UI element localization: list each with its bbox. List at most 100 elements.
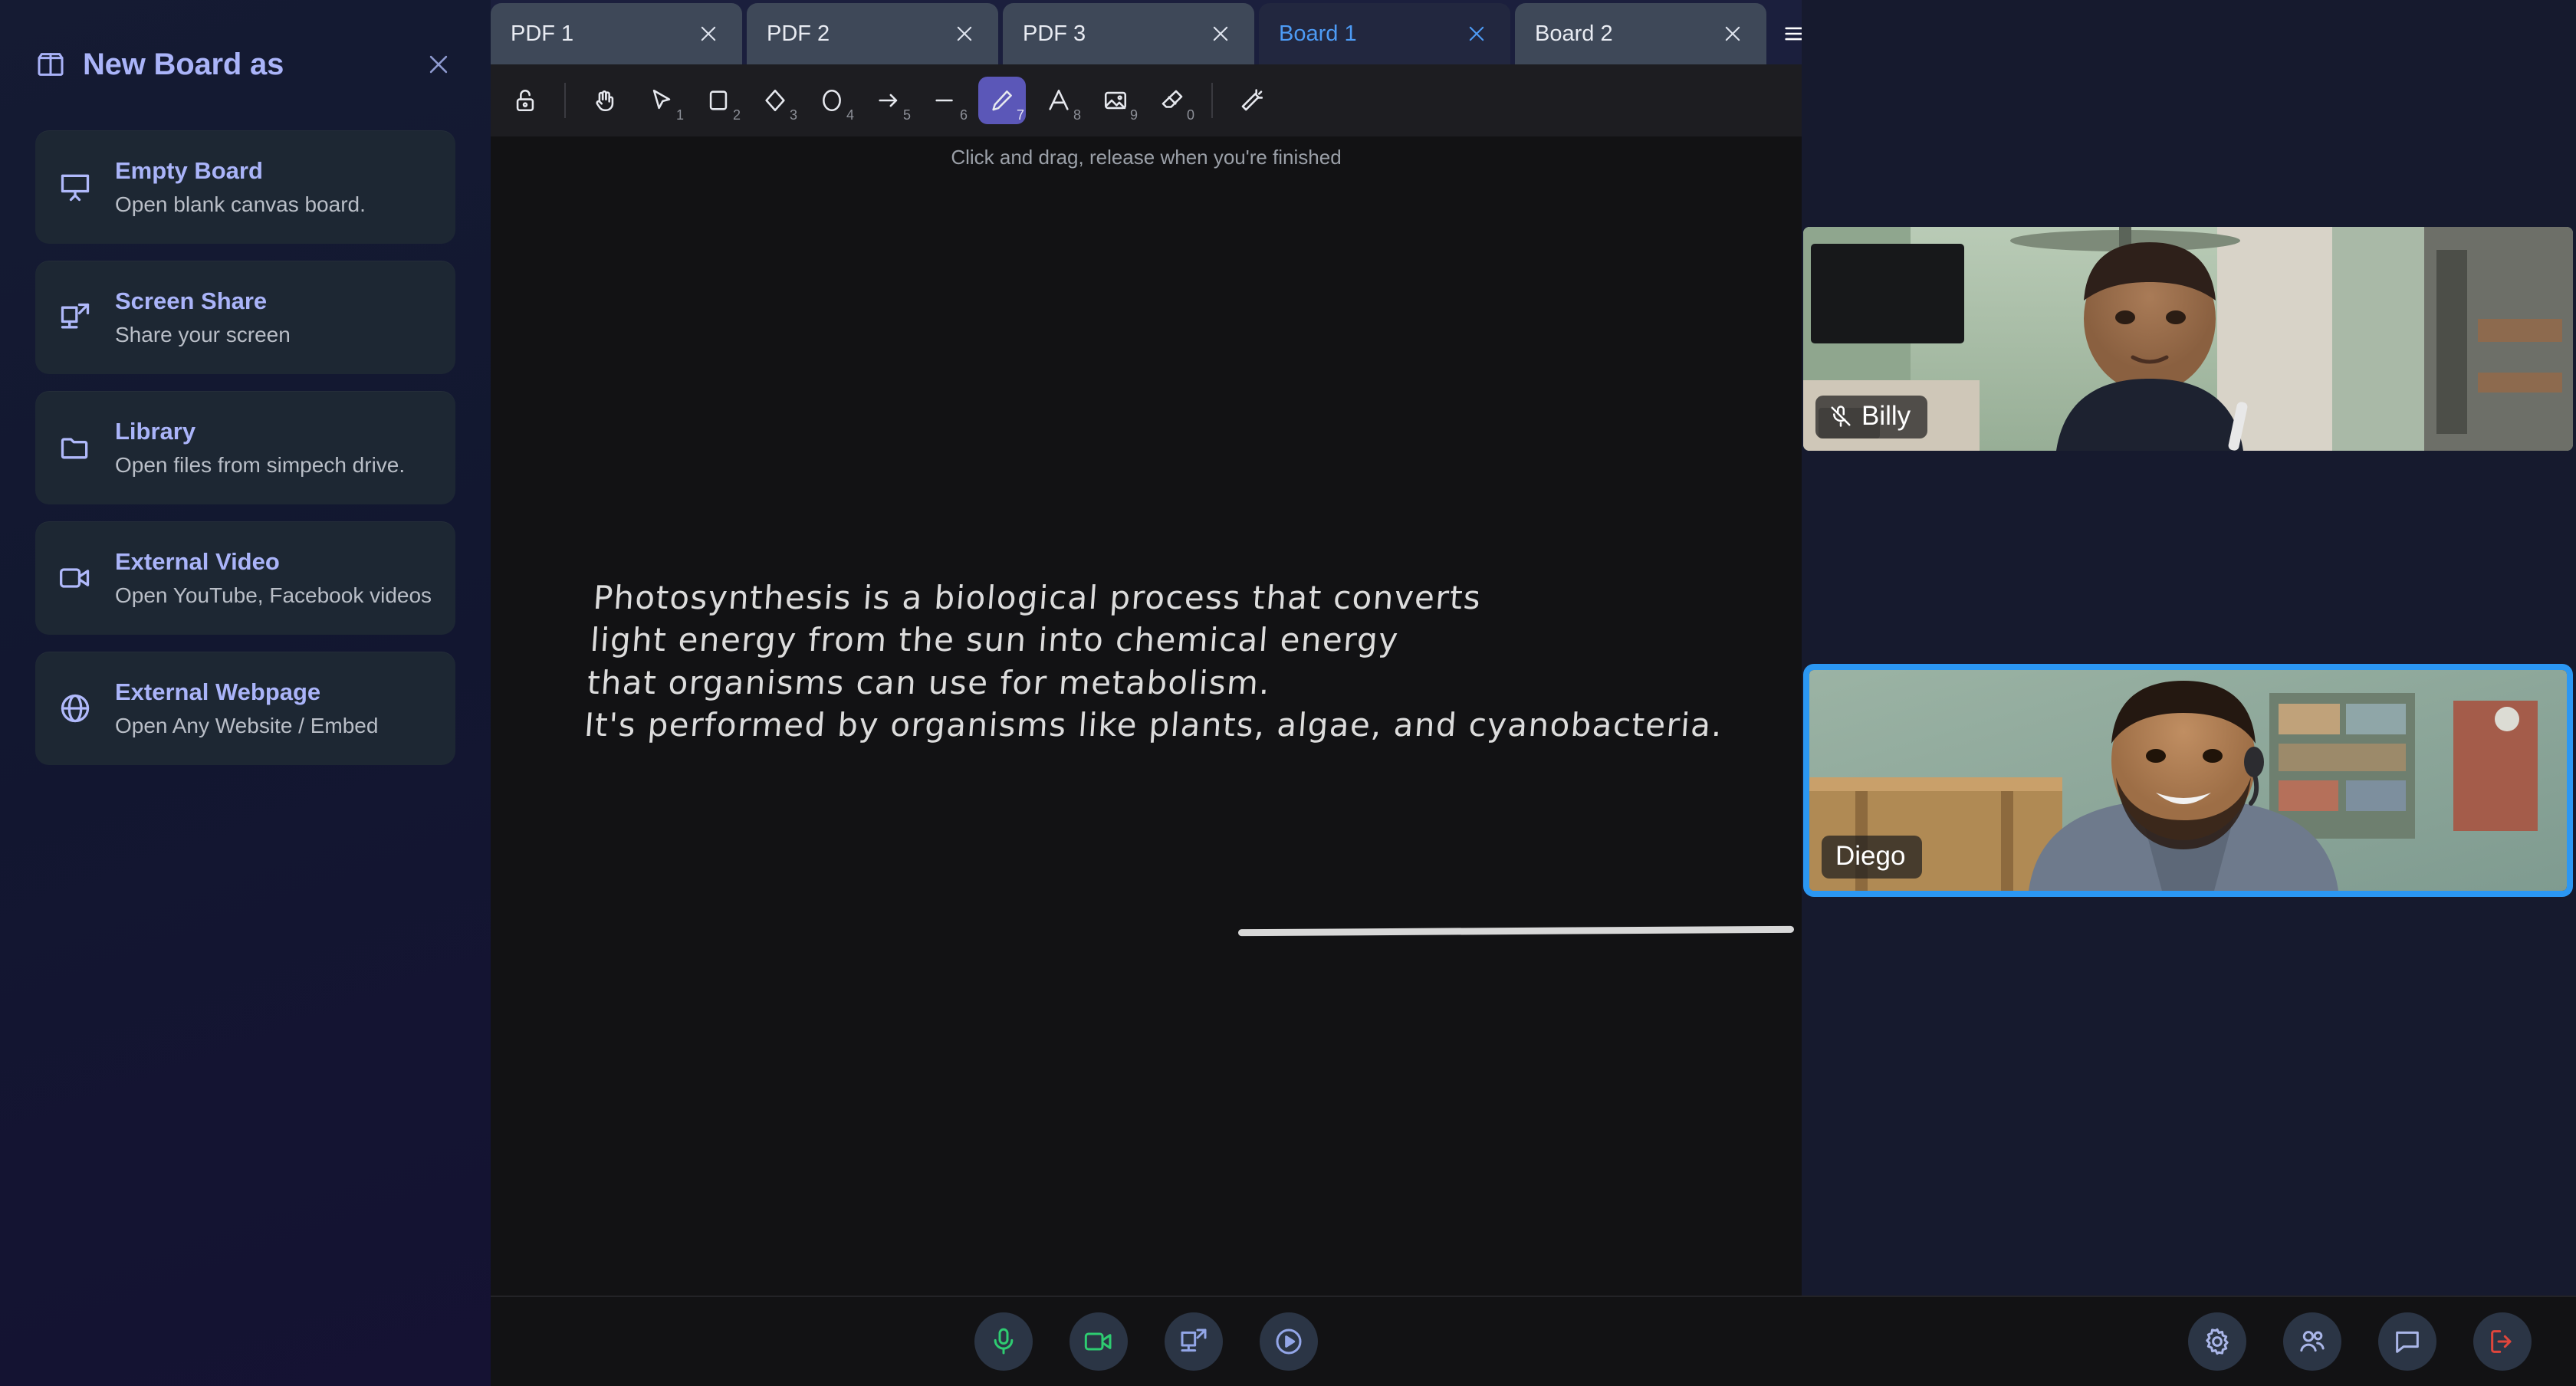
eraser-tool[interactable]: 0 xyxy=(1148,77,1196,124)
participants-button[interactable] xyxy=(2283,1312,2341,1371)
close-icon xyxy=(429,55,448,74)
tab-close-button[interactable] xyxy=(1207,20,1234,48)
image-tool[interactable]: 9 xyxy=(1092,77,1139,124)
arrow-tool[interactable]: 5 xyxy=(865,77,912,124)
eraser-icon xyxy=(1159,87,1185,113)
video-camera-icon xyxy=(1083,1326,1114,1357)
page-title: New Board as xyxy=(83,47,284,81)
select-tool[interactable]: 1 xyxy=(638,77,685,124)
toolbar-divider xyxy=(564,83,566,118)
diamond-icon xyxy=(762,87,788,113)
sidebar-item-description: Open blank canvas board. xyxy=(115,192,366,216)
sidebar-item-label: External Webpage xyxy=(115,678,321,705)
participant-badge-diego: Diego xyxy=(1822,836,1923,879)
tool-shortcut: 7 xyxy=(1016,107,1024,123)
tab-label: Board 2 xyxy=(1535,21,1613,46)
sidebar-item-external-video[interactable]: External Video Open YouTube, Facebook vi… xyxy=(35,521,455,635)
tab-pdf-1[interactable]: PDF 1 xyxy=(491,3,742,64)
sidebar-item-label: Library xyxy=(115,418,196,445)
text-tool[interactable]: 8 xyxy=(1035,77,1083,124)
tab-label: PDF 1 xyxy=(511,21,574,46)
chat-button[interactable] xyxy=(2378,1312,2436,1371)
share-screen-button[interactable] xyxy=(1165,1312,1223,1371)
globe-icon xyxy=(58,691,92,725)
tab-board-2[interactable]: Board 2 xyxy=(1515,3,1766,64)
line-tool[interactable]: 6 xyxy=(922,77,969,124)
tool-shortcut: 3 xyxy=(789,107,797,123)
video-tile-diego[interactable]: Diego xyxy=(1803,664,2573,897)
participant-badge-billy: Billy xyxy=(1815,396,1928,438)
tab-label: Board 1 xyxy=(1279,21,1357,46)
draw-tool[interactable]: 7 xyxy=(978,77,1026,124)
freehand-stroke xyxy=(1237,925,1795,937)
diamond-tool[interactable]: 3 xyxy=(751,77,799,124)
sidebar-item-empty-board[interactable]: Empty Board Open blank canvas board. xyxy=(35,130,455,244)
close-sidebar-button[interactable] xyxy=(422,48,455,81)
settings-button[interactable] xyxy=(2188,1312,2246,1371)
sidebar-item-description: Open YouTube, Facebook videos xyxy=(115,583,432,607)
participants-icon xyxy=(2297,1326,2328,1357)
box-icon xyxy=(35,49,66,80)
rectangle-tool[interactable]: 2 xyxy=(695,77,742,124)
mic-button[interactable] xyxy=(974,1312,1033,1371)
lock-tool[interactable] xyxy=(501,77,549,124)
tool-shortcut: 6 xyxy=(959,107,968,123)
lock-open-icon xyxy=(512,87,538,113)
laser-tool[interactable] xyxy=(1228,77,1276,124)
camera-button[interactable] xyxy=(1070,1312,1128,1371)
tab-close-button[interactable] xyxy=(1463,20,1490,48)
sidebar-item-label: Empty Board xyxy=(115,157,263,184)
tab-pdf-3[interactable]: PDF 3 xyxy=(1003,3,1254,64)
leave-call-button[interactable] xyxy=(2473,1312,2532,1371)
folder-icon xyxy=(58,431,92,465)
sidebar-item-screen-share[interactable]: Screen Share Share your screen xyxy=(35,261,455,374)
drawing-toolbar: 1 2 3 4 5 6 7 8 9 0 xyxy=(491,64,1802,136)
video-panel: Billy Diego xyxy=(1802,0,2576,1386)
ellipse-tool[interactable]: 4 xyxy=(808,77,856,124)
tool-shortcut: 2 xyxy=(732,107,741,123)
sidebar-item-label: Screen Share xyxy=(115,287,268,314)
hand-icon xyxy=(592,87,618,113)
tab-close-button[interactable] xyxy=(1719,20,1746,48)
call-controls-right xyxy=(1802,1296,2576,1386)
cursor-icon xyxy=(649,87,675,113)
participant-name: Diego xyxy=(1835,841,1906,871)
whiteboard-canvas[interactable]: Photosynthesis is a biological process t… xyxy=(491,178,1802,1296)
sidebar-item-description: Open Any Website / Embed xyxy=(115,714,379,737)
tool-shortcut: 9 xyxy=(1129,107,1138,123)
circle-icon xyxy=(819,87,845,113)
screen-share-icon xyxy=(1178,1326,1209,1357)
board-main: PDF 1 PDF 2 PDF 3 Board 1 Board 2 1 2 3 xyxy=(491,0,1805,1386)
tool-shortcut: 8 xyxy=(1073,107,1081,123)
sidebar-item-list: Empty Board Open blank canvas board. Scr… xyxy=(35,130,455,765)
chat-icon xyxy=(2392,1326,2423,1357)
play-media-button[interactable] xyxy=(1260,1312,1318,1371)
tab-bar: PDF 1 PDF 2 PDF 3 Board 1 Board 2 xyxy=(491,0,1805,64)
sidebar-item-external-webpage[interactable]: External Webpage Open Any Website / Embe… xyxy=(35,652,455,765)
sidebar-item-library[interactable]: Library Open files from simpech drive. xyxy=(35,391,455,504)
tab-pdf-2[interactable]: PDF 2 xyxy=(747,3,998,64)
tool-shortcut: 1 xyxy=(675,107,684,123)
video-tile-billy[interactable]: Billy xyxy=(1803,227,2573,451)
play-circle-icon xyxy=(1273,1326,1304,1357)
sidebar-item-label: External Video xyxy=(115,548,280,575)
image-icon xyxy=(1102,87,1129,113)
magic-wand-icon xyxy=(1239,87,1265,113)
tool-shortcut: 5 xyxy=(902,107,911,123)
sidebar-header: New Board as xyxy=(35,40,455,89)
arrow-icon xyxy=(876,87,902,113)
sidebar-item-description: Share your screen xyxy=(115,323,291,346)
app-root: New Board as Empty Board Open blank canv… xyxy=(0,0,2576,1386)
canvas-hint-text: Click and drag, release when you're fini… xyxy=(951,145,1342,169)
canvas-hint-bar: Click and drag, release when you're fini… xyxy=(491,136,1802,178)
participant-name: Billy xyxy=(1861,401,1911,431)
tab-label: PDF 2 xyxy=(767,21,830,46)
video-feed-diego xyxy=(1809,670,2567,891)
tab-close-button[interactable] xyxy=(951,20,978,48)
presentation-board-icon xyxy=(58,170,92,204)
tab-board-1[interactable]: Board 1 xyxy=(1259,3,1510,64)
tab-close-button[interactable] xyxy=(695,20,722,48)
call-controls-left xyxy=(491,1296,1802,1386)
video-camera-icon xyxy=(58,561,92,595)
pan-tool[interactable] xyxy=(581,77,629,124)
